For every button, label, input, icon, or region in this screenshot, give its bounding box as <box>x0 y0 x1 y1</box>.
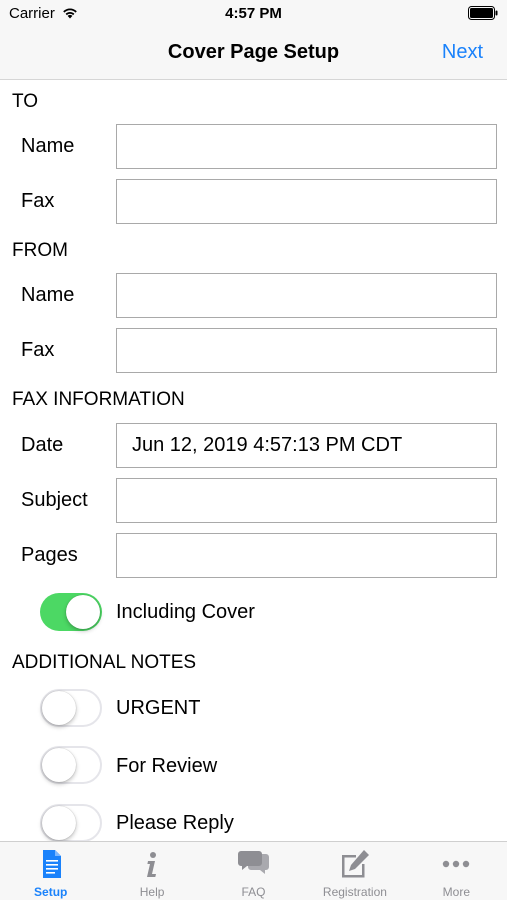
next-button[interactable]: Next <box>442 41 483 64</box>
section-header-to: TO <box>12 91 39 112</box>
tab-label: Setup <box>34 885 68 899</box>
please-reply-label: Please Reply <box>116 812 234 834</box>
status-bar: Carrier 4:57 PM <box>0 0 507 28</box>
section-header-fax-information: FAX INFORMATION <box>12 389 185 410</box>
tab-bar: Setup Help FAQ Registration More <box>0 841 507 900</box>
toggle-knob <box>42 806 76 840</box>
document-icon <box>42 850 61 878</box>
tab-help[interactable]: Help <box>101 842 202 900</box>
tab-faq[interactable]: FAQ <box>203 842 304 900</box>
including-cover-label: Including Cover <box>116 601 255 623</box>
urgent-toggle[interactable] <box>40 689 102 727</box>
tab-label: FAQ <box>241 885 266 899</box>
tab-label: Help <box>139 885 165 899</box>
info-icon <box>147 852 157 877</box>
subject-field[interactable] <box>116 478 497 523</box>
subject-label: Subject <box>21 489 88 511</box>
date-label: Date <box>21 434 64 456</box>
from-fax-label: Fax <box>21 339 55 361</box>
please-reply-toggle[interactable] <box>40 804 102 842</box>
page-title: Cover Page Setup <box>167 41 340 63</box>
to-fax-field[interactable] <box>116 179 497 224</box>
navigation-bar: Cover Page Setup Next <box>0 28 507 80</box>
pages-field[interactable] <box>116 533 497 578</box>
pages-label: Pages <box>21 544 78 566</box>
for-review-label: For Review <box>116 755 218 777</box>
tab-label: Registration <box>322 885 387 899</box>
from-name-label: Name <box>21 284 75 306</box>
tab-more[interactable]: More <box>406 842 507 900</box>
chat-bubbles-icon <box>237 851 269 874</box>
edit-icon <box>341 850 369 878</box>
to-name-field[interactable] <box>116 124 497 169</box>
section-header-additional-notes: ADDITIONAL NOTES <box>12 652 197 673</box>
tab-setup[interactable]: Setup <box>0 842 101 900</box>
date-field[interactable] <box>116 423 497 468</box>
to-name-label: Name <box>21 135 75 157</box>
including-cover-toggle[interactable] <box>40 593 102 631</box>
section-header-from: FROM <box>12 240 68 261</box>
from-fax-field[interactable] <box>116 328 497 373</box>
toggle-knob <box>42 691 76 725</box>
tab-label: More <box>442 885 470 899</box>
to-fax-label: Fax <box>21 190 55 212</box>
from-name-field[interactable] <box>116 273 497 318</box>
tab-registration[interactable]: Registration <box>304 842 405 900</box>
more-icon <box>443 860 470 868</box>
toggle-knob <box>42 748 76 782</box>
toggle-knob <box>66 595 100 629</box>
battery-icon <box>468 6 498 20</box>
urgent-label: URGENT <box>116 697 201 719</box>
for-review-toggle[interactable] <box>40 746 102 784</box>
status-time: 4:57 PM <box>225 5 282 22</box>
